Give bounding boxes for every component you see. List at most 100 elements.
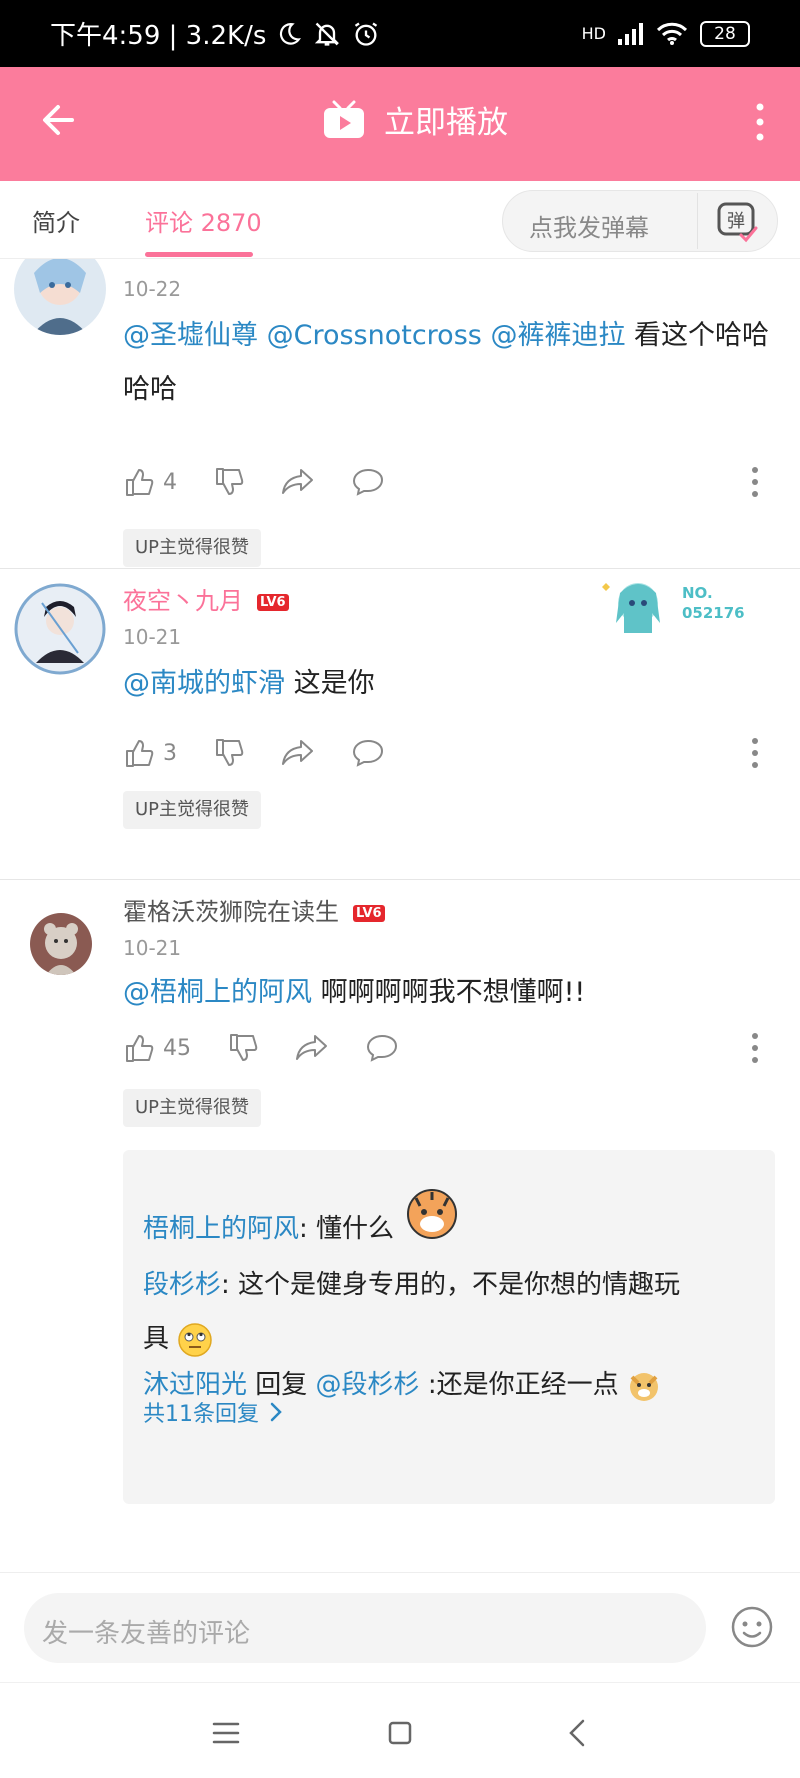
like-button[interactable]: 45 xyxy=(123,1032,191,1064)
danmaku-icon: 弹 xyxy=(717,202,757,243)
like-count: 3 xyxy=(163,740,177,766)
up-liked-badge: UP主觉得很赞 xyxy=(123,529,262,567)
mention-link[interactable]: @南城的虾滑 xyxy=(123,668,285,699)
doge-emoji-icon xyxy=(629,1372,658,1401)
reply-item: 段杉杉: 这个是健身专用的，不是你想的情趣玩 具 xyxy=(143,1258,763,1366)
avatar[interactable] xyxy=(30,913,92,975)
replies-preview[interactable]: 梧桐上的阿风: 懂什么 段杉杉: 这个是健身专用的，不是你想的情趣玩 具 沐过阳… xyxy=(123,1150,775,1504)
comment-text-body: 啊啊啊啊我不想懂啊!! xyxy=(320,977,586,1008)
comment-text: @圣墟仙尊 @Crossnotcross @裤裤迪拉 看这个哈哈哈哈 xyxy=(123,309,773,417)
back-arrow-icon[interactable] xyxy=(36,95,86,145)
tv-play-icon xyxy=(324,100,364,138)
status-time: 下午4:59 | 3.2K/s xyxy=(50,21,267,51)
comment-text: @南城的虾滑 这是你 xyxy=(123,657,773,711)
menu-icon[interactable] xyxy=(208,1715,244,1751)
share-button[interactable] xyxy=(281,738,315,768)
mute-bell-icon xyxy=(315,22,340,46)
alarm-icon xyxy=(355,22,378,46)
level-badge: LV6 xyxy=(353,904,385,922)
like-button[interactable]: 3 xyxy=(123,737,177,769)
fan-badge-text: NO. 052176 xyxy=(682,584,745,622)
comment-username[interactable]: 霍格沃茨狮院在读生 LV6 xyxy=(123,892,385,927)
comment-text: @梧桐上的阿风 啊啊啊啊我不想懂啊!! xyxy=(123,966,773,1020)
mention-link[interactable]: @梧桐上的阿风 xyxy=(123,977,312,1008)
mention-link[interactable]: @段杉杉 xyxy=(316,1370,420,1400)
wifi-icon xyxy=(656,22,688,45)
signal-icon xyxy=(618,22,643,45)
avatar[interactable] xyxy=(14,259,106,335)
comment-actions: 45 xyxy=(123,1028,435,1068)
share-icon xyxy=(296,1035,327,1060)
home-square-icon[interactable] xyxy=(382,1715,418,1751)
comment-text-body: 这是你 xyxy=(293,668,375,699)
comment-username[interactable]: 夜空丶九月 LV6 xyxy=(123,581,289,616)
chevron-right-icon xyxy=(270,1402,282,1422)
tab-comments[interactable]: 评论 2870 xyxy=(145,203,262,238)
comment-bubble-icon xyxy=(366,1034,398,1062)
comment-more-icon[interactable] xyxy=(750,733,760,773)
reply-username[interactable]: 段杉杉 xyxy=(143,1270,221,1300)
comment-bubble-icon xyxy=(352,739,384,767)
danmaku-input[interactable]: 点我发弹幕 弹 xyxy=(502,190,778,252)
eye-roll-emoji-icon xyxy=(178,1322,213,1357)
comment-more-icon[interactable] xyxy=(750,1028,760,1068)
emoji-icon[interactable] xyxy=(730,1605,774,1649)
comment-actions: 3 xyxy=(123,733,421,773)
dislike-button[interactable] xyxy=(227,1032,259,1064)
comment-input[interactable]: 发一条友善的评论 xyxy=(24,1593,706,1663)
reply-button[interactable] xyxy=(351,467,385,497)
play-now-button[interactable]: 立即播放 xyxy=(322,97,508,142)
battery-indicator: 28 xyxy=(700,20,750,47)
up-liked-badge: UP主觉得很赞 xyxy=(123,1089,262,1127)
share-icon xyxy=(282,469,313,494)
up-liked-badge: UP主觉得很赞 xyxy=(123,791,262,829)
tab-intro[interactable]: 简介 xyxy=(32,203,80,238)
dislike-button[interactable] xyxy=(213,737,245,769)
more-vertical-icon[interactable] xyxy=(750,97,770,147)
fan-badge-icon xyxy=(602,583,660,633)
like-count: 4 xyxy=(163,469,177,495)
tab-active-indicator xyxy=(145,252,253,257)
thumbs-down-icon xyxy=(230,1034,258,1061)
mention-link[interactable]: @圣墟仙尊 xyxy=(123,320,258,351)
mention-link[interactable]: @裤裤迪拉 xyxy=(490,320,625,351)
comment-date: 10-21 xyxy=(123,936,182,960)
comment-list: 001582 10-22 @圣墟仙尊 @Crossnotcross @裤裤迪拉 … xyxy=(0,259,800,1572)
status-bar: 下午4:59 | 3.2K/s HD 28 xyxy=(0,0,800,67)
thumbs-up-icon xyxy=(126,469,154,496)
comment-input-placeholder: 发一条友善的评论 xyxy=(42,1619,251,1649)
like-count: 45 xyxy=(163,1035,191,1061)
back-chevron-icon[interactable] xyxy=(560,1715,596,1751)
reply-button[interactable] xyxy=(351,738,385,768)
like-button[interactable]: 4 xyxy=(123,466,177,498)
reply-text: : 懂什么 xyxy=(299,1214,395,1244)
thumbs-down-icon xyxy=(216,468,244,495)
comment-more-icon[interactable] xyxy=(750,462,760,502)
top-bar: 立即播放 xyxy=(0,67,800,181)
share-icon xyxy=(282,740,313,765)
play-now-label: 立即播放 xyxy=(384,105,508,141)
view-all-replies-link[interactable]: 共11条回复 xyxy=(143,1396,283,1428)
reply-text: 具 xyxy=(143,1324,170,1354)
thumbs-up-icon xyxy=(126,1035,154,1062)
reply-username[interactable]: 梧桐上的阿风 xyxy=(143,1214,299,1244)
avatar[interactable] xyxy=(14,583,106,675)
fan-badge: NO. 052176 xyxy=(598,573,745,633)
reply-button[interactable] xyxy=(365,1033,399,1063)
svg-text:弹: 弹 xyxy=(727,211,745,232)
network-type: HD xyxy=(581,24,606,43)
comment-date: 10-21 xyxy=(123,625,182,649)
thumbs-up-icon xyxy=(126,740,154,767)
danmaku-toggle-button[interactable]: 弹 xyxy=(697,193,775,249)
comment-actions: 4 xyxy=(123,462,421,502)
system-nav-bar xyxy=(0,1682,800,1778)
reply-text: : 这个是健身专用的，不是你想的情趣玩 xyxy=(221,1270,681,1300)
share-button[interactable] xyxy=(295,1033,329,1063)
dislike-button[interactable] xyxy=(213,466,245,498)
mention-link[interactable]: @Crossnotcross xyxy=(267,320,482,351)
comment-input-bar: 发一条友善的评论 xyxy=(0,1572,800,1682)
moon-icon xyxy=(280,22,302,45)
share-button[interactable] xyxy=(281,467,315,497)
divider xyxy=(0,879,800,880)
divider xyxy=(0,568,800,569)
